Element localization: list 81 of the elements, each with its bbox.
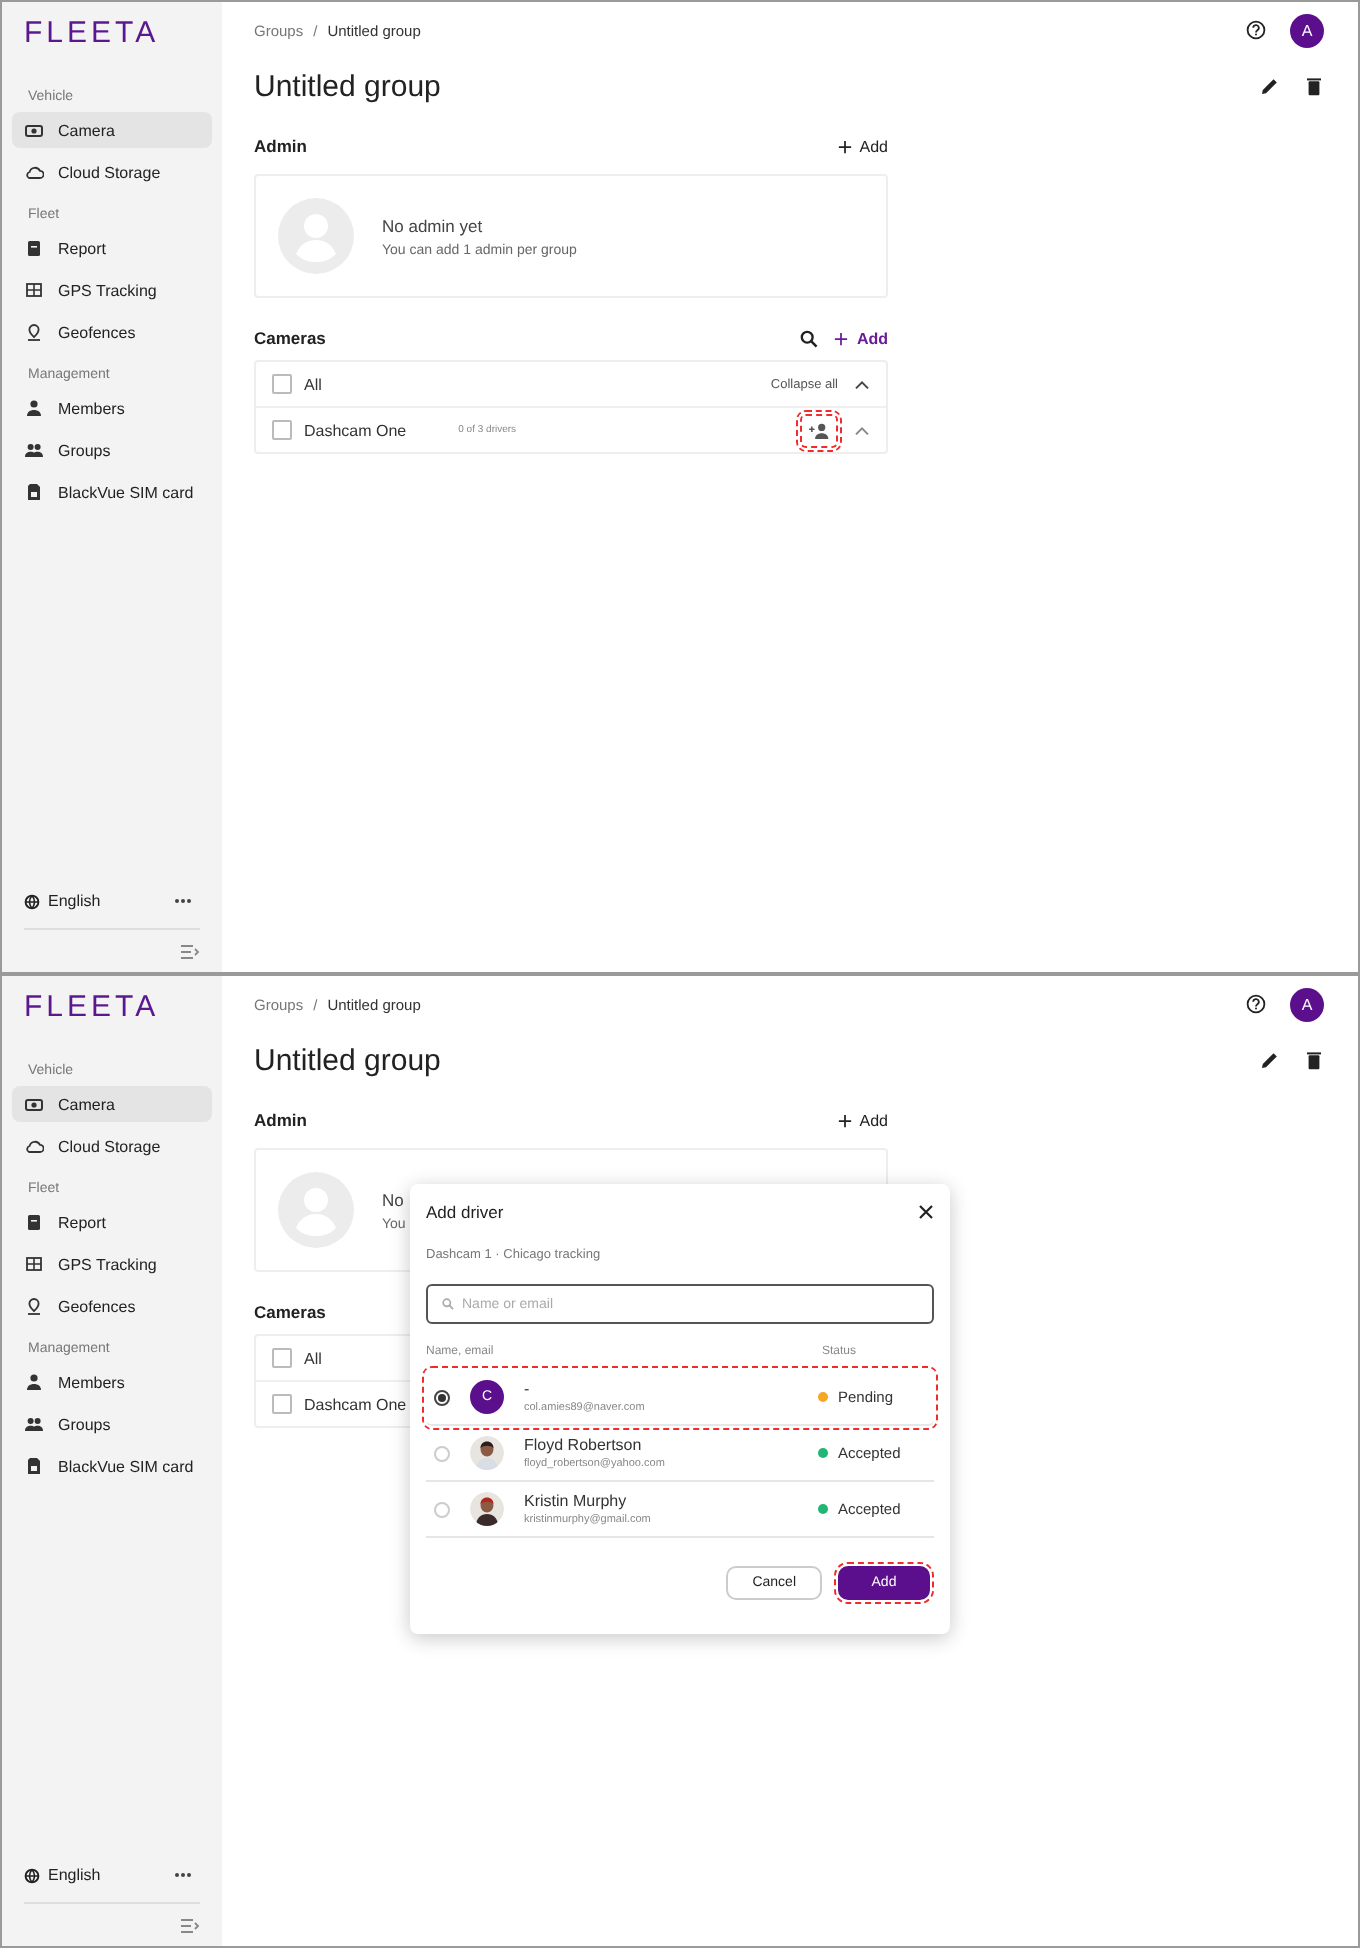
person-icon <box>24 1372 44 1392</box>
sidebar-item[interactable]: Camera <box>12 112 212 148</box>
language-selector[interactable]: English <box>24 1866 101 1884</box>
language-selector[interactable]: English <box>24 892 101 910</box>
driver-name: Floyd Robertson <box>524 1436 644 1454</box>
plus-icon <box>837 139 852 153</box>
driver-name: Kristin Murphy <box>524 1492 629 1510</box>
dialog-title: Add driver <box>426 1202 504 1222</box>
radio-button[interactable] <box>434 1389 450 1405</box>
camera-name: Dashcam One <box>304 1395 407 1413</box>
help-icon[interactable] <box>1246 20 1266 40</box>
edit-icon[interactable] <box>1260 1050 1280 1070</box>
delete-icon[interactable] <box>1304 76 1324 96</box>
sidebar-item[interactable]: Cloud Storage <box>12 154 212 190</box>
driver-name: - <box>524 1380 532 1398</box>
plus-icon <box>834 331 849 345</box>
add-driver-button[interactable] <box>800 413 838 447</box>
collapse-menu-icon[interactable] <box>180 944 200 960</box>
sidebar-item[interactable]: Report <box>12 1204 212 1240</box>
checkbox-label: All <box>304 1349 322 1367</box>
user-avatar[interactable]: A <box>1290 987 1324 1021</box>
empty-title: No admin yet <box>382 215 485 235</box>
edit-icon[interactable] <box>1260 76 1280 96</box>
logo: FLEETA <box>22 14 162 54</box>
sim-card-icon <box>24 482 44 502</box>
checkbox[interactable] <box>272 374 292 394</box>
search-icon <box>442 1298 454 1310</box>
location-pin-icon <box>24 1296 44 1316</box>
globe-icon <box>24 1867 40 1883</box>
person-icon <box>24 398 44 418</box>
close-icon[interactable] <box>918 1204 934 1220</box>
page-title: Untitled group <box>254 69 441 103</box>
section-title: Admin <box>254 1110 307 1130</box>
add-button[interactable]: Add <box>837 1111 888 1129</box>
checkbox[interactable] <box>272 1394 292 1414</box>
sidebar-item[interactable]: BlackVue SIM card <box>12 1448 212 1484</box>
map-icon <box>24 280 44 300</box>
location-pin-icon <box>24 322 44 342</box>
sidebar-item[interactable]: GPS Tracking <box>12 272 212 308</box>
chevron-up-icon[interactable] <box>854 379 870 389</box>
checkbox-label: All <box>304 375 322 393</box>
clipboard-icon <box>24 1212 44 1232</box>
sidebar-item[interactable]: Camera <box>12 1086 212 1122</box>
collapse-menu-icon[interactable] <box>180 1918 200 1934</box>
sidebar-item[interactable]: Groups <box>12 432 212 468</box>
sidebar-item[interactable]: Groups <box>12 1406 212 1442</box>
clipboard-icon <box>24 238 44 258</box>
checkbox[interactable] <box>272 1348 292 1368</box>
sim-card-icon <box>24 1456 44 1476</box>
section-title: Admin <box>254 136 307 156</box>
help-icon[interactable] <box>1246 994 1266 1014</box>
section-title: Cameras <box>254 1302 326 1322</box>
sidebar-item[interactable]: Members <box>12 390 212 426</box>
add-person-icon <box>808 421 830 439</box>
cloud-icon <box>24 162 44 182</box>
camera-icon <box>24 1094 44 1114</box>
search-icon[interactable] <box>800 329 819 347</box>
sidebar-item[interactable]: BlackVue SIM card <box>12 474 212 510</box>
section-title: Cameras <box>254 328 326 348</box>
camera-icon <box>24 120 44 140</box>
page-title: Untitled group <box>254 1043 441 1077</box>
cloud-icon <box>24 1136 44 1156</box>
sidebar-item[interactable]: Members <box>12 1364 212 1400</box>
add-button[interactable]: Add <box>834 329 888 347</box>
globe-icon <box>24 893 40 909</box>
sidebar-item[interactable]: Cloud Storage <box>12 1128 212 1164</box>
map-icon <box>24 1254 44 1274</box>
checkbox[interactable] <box>272 420 292 440</box>
add-button[interactable]: Add <box>837 137 888 155</box>
sidebar-item[interactable]: Geofences <box>12 1288 212 1324</box>
delete-icon[interactable] <box>1304 1050 1324 1070</box>
user-avatar[interactable]: A <box>1290 13 1324 47</box>
camera-name: Dashcam One <box>304 421 407 439</box>
empty-title: No <box>382 1189 406 1209</box>
sidebar-item[interactable]: Report <box>12 230 212 266</box>
plus-icon <box>837 1113 852 1127</box>
sidebar-item[interactable]: Geofences <box>12 314 212 350</box>
sidebar-item[interactable]: GPS Tracking <box>12 1246 212 1282</box>
people-icon <box>24 440 44 460</box>
logo: FLEETA <box>22 988 162 1028</box>
people-icon <box>24 1414 44 1434</box>
